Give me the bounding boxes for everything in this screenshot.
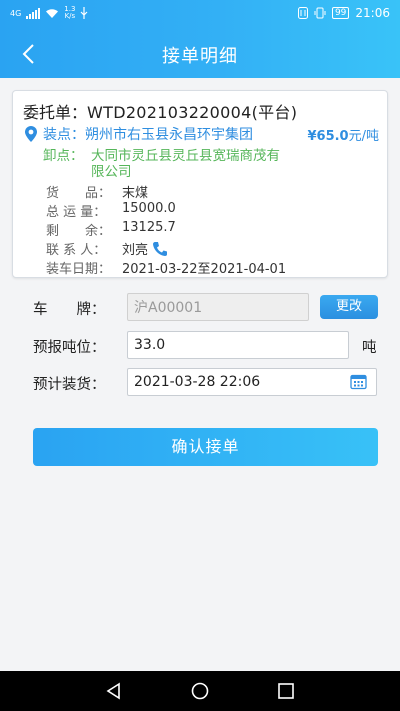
nfc-icon xyxy=(297,7,308,19)
nav-home-icon[interactable] xyxy=(190,681,210,701)
page-title: 接单明细 xyxy=(162,46,238,67)
system-nav-bar xyxy=(0,671,400,711)
usb-icon xyxy=(81,7,88,19)
nav-back-icon[interactable] xyxy=(104,681,124,701)
order-card: 委托单：WTD202103220004(平台) 装点： 朔州市右玉县永昌环宇集团… xyxy=(12,90,388,278)
order-number: 委托单：WTD202103220004(平台) xyxy=(23,103,298,122)
plate-input xyxy=(127,293,309,321)
phone-icon[interactable] xyxy=(151,240,169,258)
network-type: 4G xyxy=(10,8,22,18)
loading-point: 装点： 朔州市右玉县永昌环宇集团 ¥65.0元/吨 xyxy=(23,124,379,144)
wifi-icon xyxy=(46,8,59,18)
signal-icon xyxy=(26,7,41,19)
top-bar: 4G 1.3 K/s 99 21:06 接单明细 xyxy=(0,0,400,78)
status-bar: 4G 1.3 K/s 99 21:06 xyxy=(0,0,400,28)
vibrate-icon xyxy=(314,7,326,19)
change-plate-button[interactable]: 更改 xyxy=(320,295,378,319)
page-header: 接单明细 xyxy=(0,30,400,78)
tonnage-input[interactable] xyxy=(127,331,349,359)
calendar-icon[interactable] xyxy=(350,373,367,390)
tonnage-row: 预报吨位： 吨 xyxy=(0,331,400,359)
clock: 21:06 xyxy=(355,6,390,20)
loading-time-row: 预计装货： xyxy=(0,368,400,396)
confirm-order-button[interactable]: 确认接单 xyxy=(33,428,378,466)
location-pin-icon xyxy=(25,126,37,142)
plate-row: 车 牌： 更改 xyxy=(0,293,400,321)
battery-icon: 99 xyxy=(331,7,350,19)
loading-time-input[interactable] xyxy=(127,368,377,396)
nav-recents-icon[interactable] xyxy=(276,681,296,701)
unit-price: ¥65.0元/吨 xyxy=(307,129,379,144)
network-speed: 1.3 K/s xyxy=(64,5,76,20)
